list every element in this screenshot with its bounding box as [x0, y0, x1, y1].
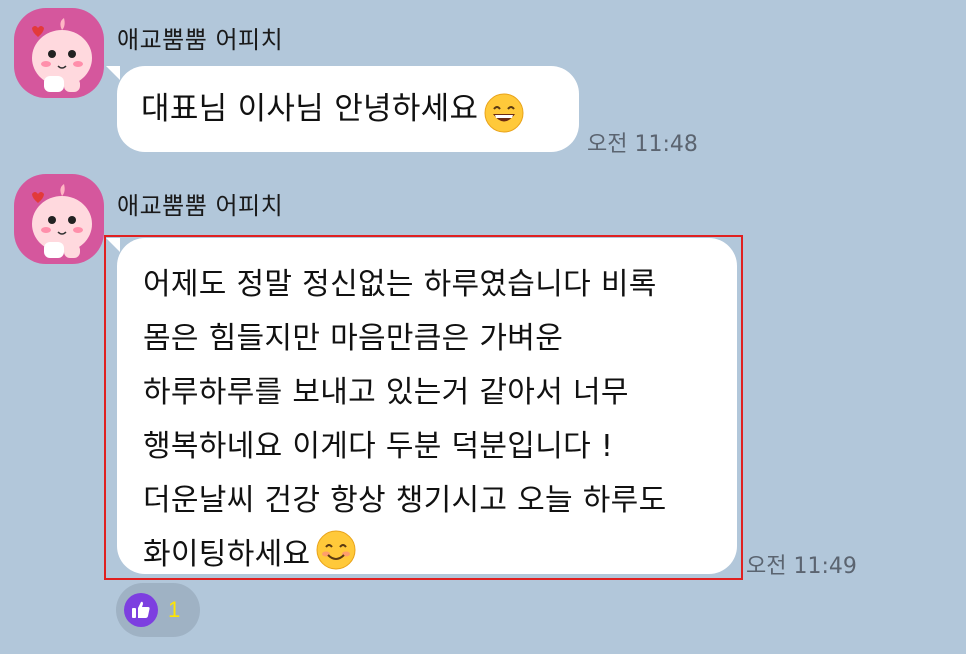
message-bubble[interactable]: 대표님 이사님 안녕하세요 [117, 66, 579, 152]
reaction-count: 1 [168, 597, 181, 622]
bubble-tail [106, 238, 120, 252]
apeach-avatar-icon [32, 18, 92, 92]
message-bubble[interactable]: 어제도 정말 정신없는 하루였습니다 비록 몸은 힘들지만 마음만큼은 가벼운 … [117, 238, 737, 574]
message-timestamp: 오전 11:48 [587, 132, 698, 157]
sender-name: 애교뿜뿜 어피치 [117, 192, 284, 220]
thumbs-up-icon [124, 593, 158, 627]
sender-avatar[interactable] [14, 8, 104, 98]
grinning-face-emoji-icon [484, 93, 524, 137]
sender-name: 애교뿜뿜 어피치 [117, 26, 284, 54]
message-text: 대표님 이사님 안녕하세요 [141, 91, 479, 127]
message-timestamp: 오전 11:49 [746, 554, 857, 579]
bubble-tail [106, 66, 120, 80]
message-text: 어제도 정말 정신없는 하루였습니다 비록 몸은 힘들지만 마음만큼은 가벼운 … [143, 267, 667, 572]
sender-avatar[interactable] [14, 174, 104, 264]
reaction-chip[interactable]: 1 [116, 583, 200, 637]
apeach-avatar-icon [32, 184, 92, 258]
smiling-face-emoji-icon [316, 530, 356, 574]
